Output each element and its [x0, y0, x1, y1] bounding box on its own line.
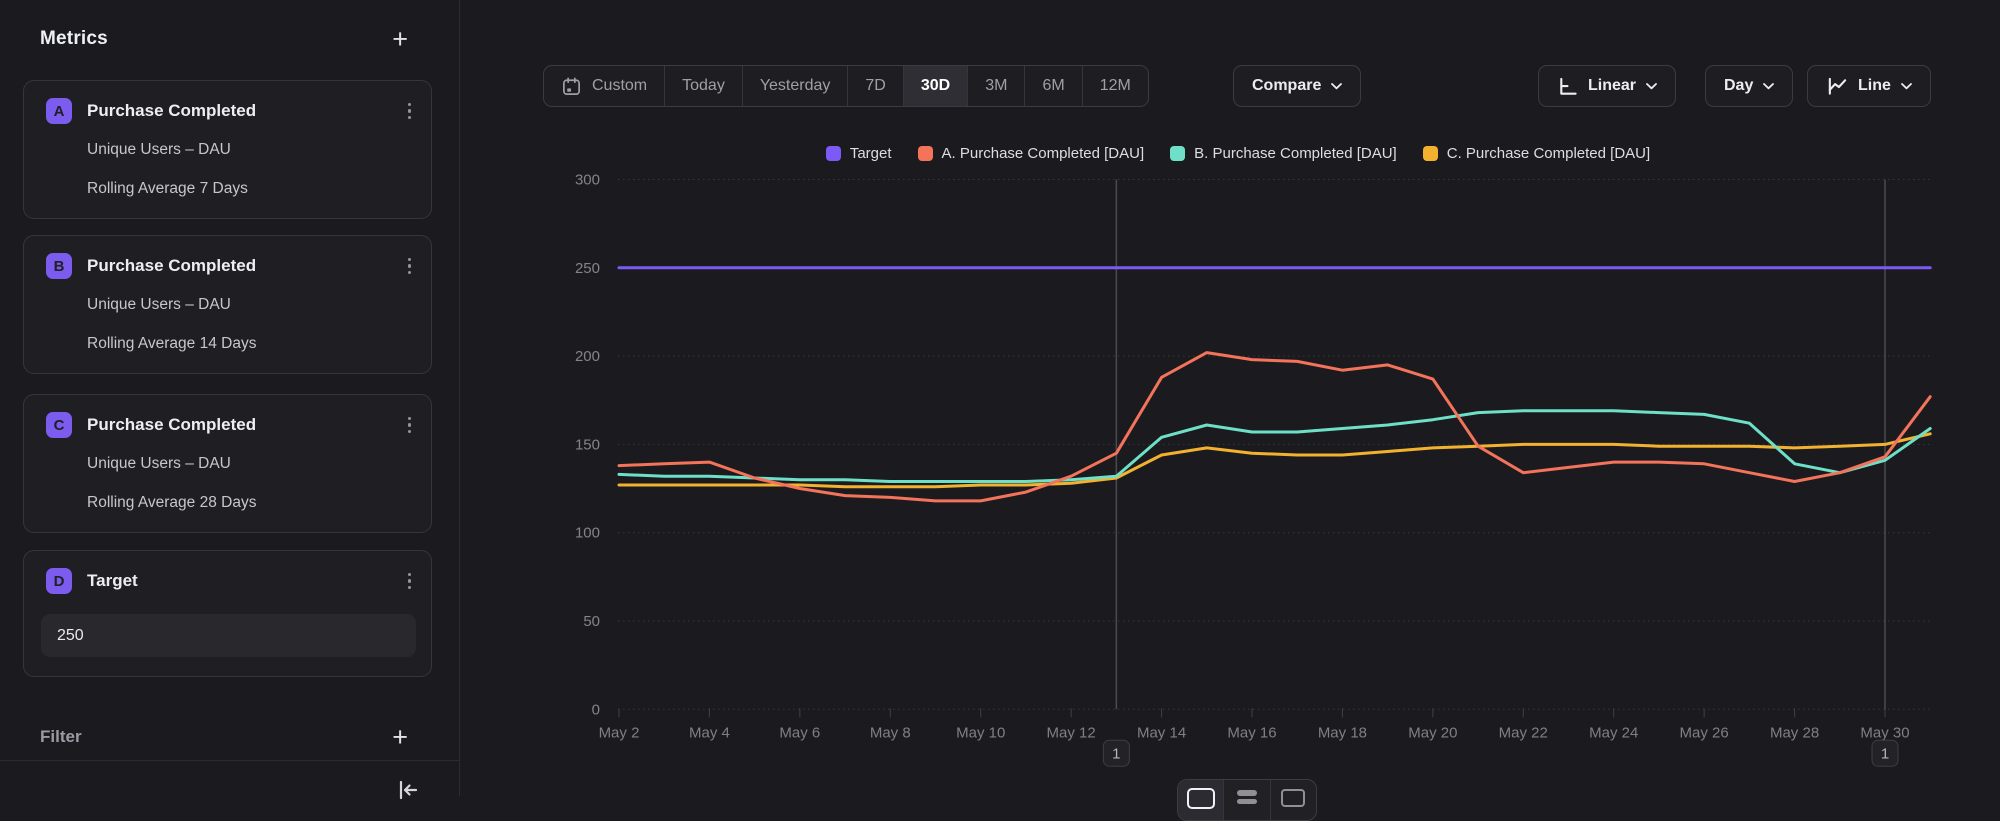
- filter-section-header: Filter +: [40, 722, 408, 752]
- legend-item-target[interactable]: Target: [826, 145, 892, 162]
- metric-title: Target: [87, 571, 138, 591]
- kebab-menu-icon[interactable]: [404, 413, 416, 438]
- chart-type-button[interactable]: Line: [1807, 65, 1931, 107]
- legend-item-a[interactable]: A. Purchase Completed [DAU]: [918, 145, 1145, 162]
- metric-transform: Rolling Average 7 Days: [87, 180, 248, 198]
- add-metric-icon[interactable]: +: [392, 26, 408, 52]
- metric-transform: Rolling Average 28 Days: [87, 494, 256, 512]
- x-axis-label: May 20: [1408, 724, 1457, 741]
- metric-measure: Unique Users – DAU: [87, 455, 231, 473]
- metric-transform: Rolling Average 14 Days: [87, 335, 256, 353]
- date-range-picker: Custom Today Yesterday 7D 30D 3M 6M 12M: [543, 65, 1149, 107]
- y-axis-label: 300: [575, 172, 600, 189]
- x-axis-label: May 24: [1589, 724, 1638, 741]
- linear-scale-icon: [1557, 76, 1578, 97]
- view-table-button[interactable]: [1223, 780, 1269, 820]
- y-axis-label: 0: [592, 701, 600, 718]
- calendar-icon: [561, 76, 582, 97]
- add-filter-icon[interactable]: +: [392, 724, 408, 750]
- legend-swatch: [1423, 146, 1438, 161]
- granularity-button[interactable]: Day: [1705, 65, 1793, 107]
- series-line-c-purchase-completed: [619, 434, 1930, 487]
- chart-view-icon: [1187, 788, 1215, 809]
- metrics-header: Metrics +: [40, 24, 408, 54]
- metrics-title: Metrics: [40, 28, 108, 50]
- line-chart-icon: [1826, 76, 1848, 97]
- range-today[interactable]: Today: [664, 66, 742, 106]
- x-axis-label: May 18: [1318, 724, 1367, 741]
- legend-swatch: [1170, 146, 1185, 161]
- metric-card-b[interactable]: B Purchase Completed Unique Users – DAU …: [23, 235, 432, 374]
- metric-title: Purchase Completed: [87, 415, 256, 435]
- legend-item-c[interactable]: C. Purchase Completed [DAU]: [1423, 145, 1650, 162]
- x-axis-label: May 2: [599, 724, 640, 741]
- range-6m[interactable]: 6M: [1024, 66, 1081, 106]
- chevron-down-icon: [1763, 83, 1774, 90]
- sidebar-divider: [459, 0, 460, 796]
- legend-item-b[interactable]: B. Purchase Completed [DAU]: [1170, 145, 1397, 162]
- chevron-down-icon: [1646, 83, 1657, 90]
- x-axis-label: May 12: [1047, 724, 1096, 741]
- x-axis-label: May 26: [1680, 724, 1729, 741]
- x-axis-label: May 10: [956, 724, 1005, 741]
- range-30d[interactable]: 30D: [903, 66, 967, 106]
- target-card[interactable]: D Target: [23, 550, 432, 677]
- y-axis-label: 150: [575, 436, 600, 453]
- range-custom[interactable]: Custom: [544, 66, 664, 106]
- x-axis-label: May 16: [1227, 724, 1276, 741]
- range-yesterday[interactable]: Yesterday: [742, 66, 848, 106]
- y-axis-label: 200: [575, 348, 600, 365]
- metric-badge-b: B: [46, 253, 72, 279]
- x-axis-label: May 14: [1137, 724, 1186, 741]
- range-12m[interactable]: 12M: [1082, 66, 1148, 106]
- view-toggle: [1177, 779, 1317, 821]
- compare-button[interactable]: Compare: [1233, 65, 1361, 107]
- table-view-icon: [1237, 790, 1257, 820]
- sidebar-footer-divider: [0, 760, 459, 761]
- x-axis-label: May 8: [870, 724, 911, 741]
- x-axis-label: May 22: [1499, 724, 1548, 741]
- target-value-input[interactable]: [41, 614, 416, 657]
- metric-measure: Unique Users – DAU: [87, 296, 231, 314]
- view-chart-button[interactable]: [1178, 780, 1223, 820]
- chart-legend: Target A. Purchase Completed [DAU] B. Pu…: [618, 145, 1858, 162]
- kebab-menu-icon[interactable]: [404, 569, 416, 594]
- metric-badge-a: A: [46, 98, 72, 124]
- metric-badge-c: C: [46, 412, 72, 438]
- collapse-sidebar-icon[interactable]: [394, 776, 422, 804]
- y-axis-label: 250: [575, 260, 600, 277]
- annotation-badge[interactable]: [1872, 740, 1898, 766]
- x-axis-label: May 28: [1770, 724, 1819, 741]
- metric-card-c[interactable]: C Purchase Completed Unique Users – DAU …: [23, 394, 432, 533]
- range-7d[interactable]: 7D: [847, 66, 902, 106]
- metrics-sidebar: Metrics + A Purchase Completed Unique Us…: [0, 0, 459, 796]
- y-axis-label: 100: [575, 525, 600, 542]
- card-view-icon: [1281, 789, 1305, 807]
- x-axis-label: May 30: [1860, 724, 1909, 741]
- annotation-badge[interactable]: [1103, 740, 1129, 766]
- filter-title: Filter: [40, 727, 82, 747]
- view-card-button[interactable]: [1270, 780, 1316, 820]
- series-line-b-purchase-completed: [619, 411, 1930, 482]
- legend-swatch: [826, 146, 841, 161]
- range-3m[interactable]: 3M: [967, 66, 1024, 106]
- x-axis-label: May 6: [779, 724, 820, 741]
- metric-measure: Unique Users – DAU: [87, 141, 231, 159]
- kebab-menu-icon[interactable]: [404, 254, 416, 279]
- chevron-down-icon: [1901, 83, 1912, 90]
- metric-title: Purchase Completed: [87, 101, 256, 121]
- metric-badge-d: D: [46, 568, 72, 594]
- chevron-down-icon: [1331, 83, 1342, 90]
- y-axis-label: 50: [583, 613, 600, 630]
- kebab-menu-icon[interactable]: [404, 99, 416, 124]
- scale-button[interactable]: Linear: [1538, 65, 1676, 107]
- x-axis-label: May 4: [689, 724, 730, 741]
- legend-swatch: [918, 146, 933, 161]
- metric-card-a[interactable]: A Purchase Completed Unique Users – DAU …: [23, 80, 432, 219]
- series-line-a-purchase-completed: [619, 353, 1930, 501]
- metric-title: Purchase Completed: [87, 256, 256, 276]
